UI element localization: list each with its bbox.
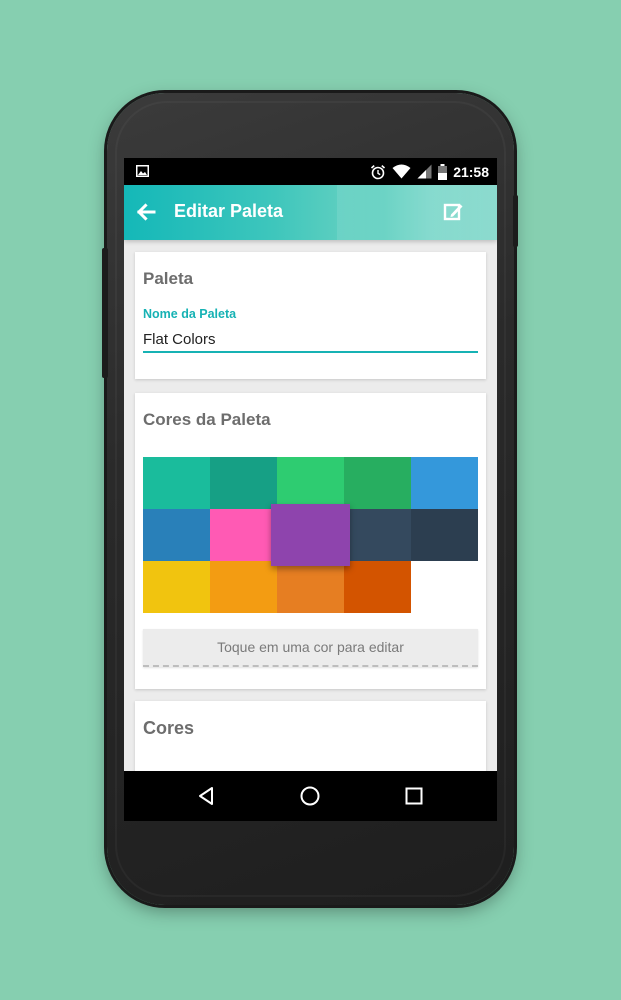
color-swatch[interactable] [344, 509, 411, 561]
alarm-icon [371, 164, 386, 179]
status-bar: 21:58 [124, 158, 497, 185]
status-icons: 21:58 [370, 158, 489, 185]
power-button [513, 195, 518, 247]
signal-icon [417, 164, 432, 179]
app-bar: Editar Paleta [124, 185, 497, 240]
edit-color-hint-button[interactable]: Toque em uma cor para editar [143, 629, 478, 667]
wifi-icon [392, 164, 411, 179]
color-swatch[interactable] [277, 561, 344, 613]
color-swatch[interactable] [210, 509, 277, 561]
color-swatch[interactable] [344, 457, 411, 509]
battery-icon [438, 163, 448, 180]
color-swatch[interactable] [143, 509, 210, 561]
volume-button [102, 248, 108, 378]
app-bar-title: Editar Paleta [174, 201, 284, 221]
home-circle-icon[interactable] [298, 784, 322, 808]
palette-name-input[interactable] [143, 327, 478, 353]
color-swatch[interactable] [210, 561, 277, 613]
palette-card-title: Paleta [143, 269, 194, 288]
arrow-left-icon[interactable] [136, 202, 156, 222]
color-swatch-selected[interactable] [271, 504, 350, 566]
palette-name-label: Nome da Paleta [143, 307, 237, 321]
color-swatch[interactable] [210, 457, 277, 509]
palette-card: Paleta Nome da Paleta [135, 252, 486, 379]
color-swatch[interactable] [344, 561, 411, 613]
color-swatch[interactable] [411, 509, 478, 561]
color-swatch-grid [143, 457, 478, 613]
colors-card-title: Cores [143, 718, 195, 738]
image-icon [136, 165, 149, 177]
color-swatch[interactable] [143, 561, 210, 613]
edit-icon[interactable] [443, 201, 465, 223]
navigation-bar [124, 771, 497, 821]
recents-square-icon[interactable] [402, 784, 426, 808]
color-swatch[interactable] [411, 457, 478, 509]
app-bar-glare [337, 185, 497, 240]
back-triangle-icon[interactable] [195, 784, 219, 808]
palette-colors-card: Cores da Paleta Toque em uma cor para ed… [135, 393, 486, 689]
status-time: 21:58 [453, 163, 489, 180]
screen: 21:58 Editar Paleta Paleta Nome da Palet… [124, 158, 497, 821]
palette-colors-card-title: Cores da Paleta [143, 410, 271, 429]
colors-card: Cores [135, 701, 486, 781]
color-swatch[interactable] [277, 457, 344, 509]
color-swatch[interactable] [143, 457, 210, 509]
